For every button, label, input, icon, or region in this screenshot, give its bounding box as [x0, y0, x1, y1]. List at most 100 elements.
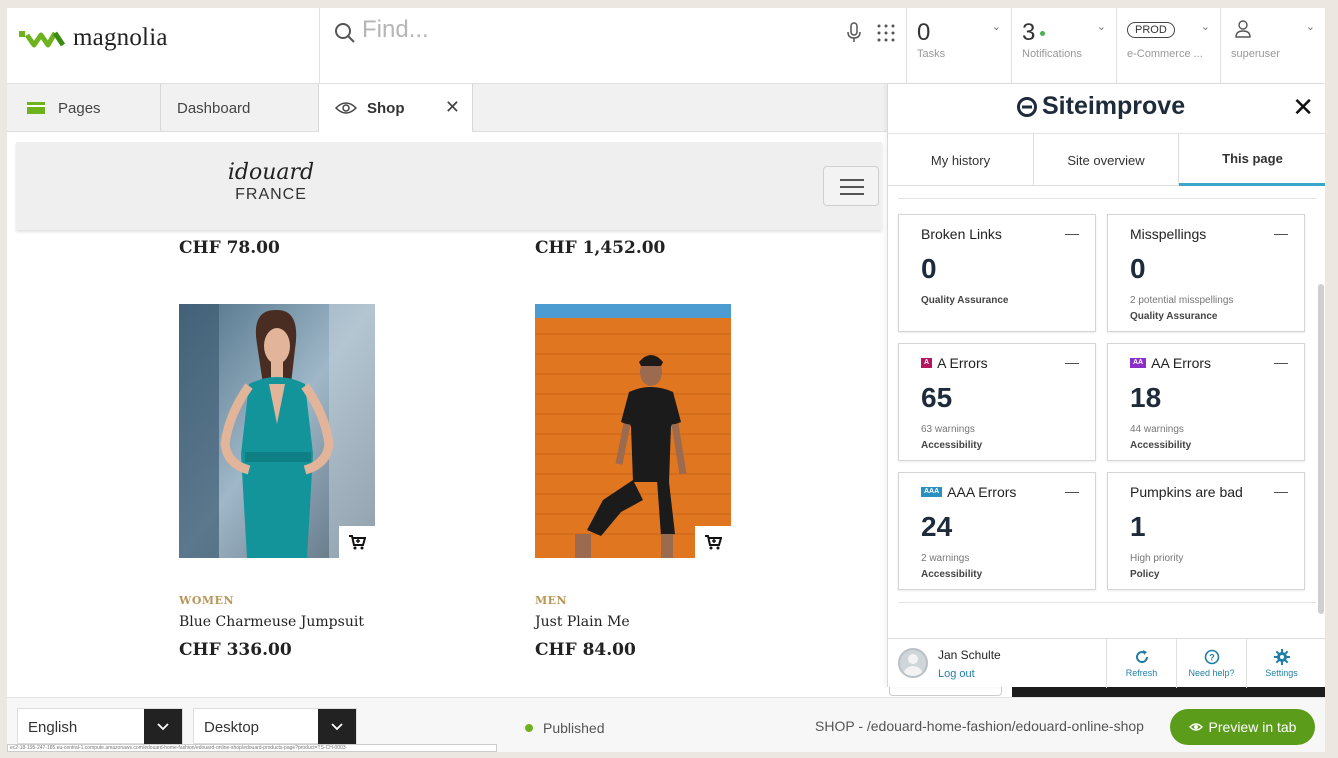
search-icon[interactable] — [334, 22, 356, 44]
chevron-down-icon: ⌄ — [1096, 21, 1106, 33]
card-subtext: 63 warnings — [921, 424, 975, 435]
card-category: Accessibility — [1130, 440, 1192, 451]
logo-text: magnolia — [73, 24, 168, 51]
panel-footer: Jan Schulte Log out Refresh ? Need help? — [888, 638, 1325, 688]
tasks-count: 0 — [917, 19, 931, 46]
refresh-icon — [1135, 650, 1148, 663]
help-label: Need help? — [1188, 668, 1235, 678]
siteimprove-logo: Siteimprove — [1016, 92, 1185, 121]
wcag-aa-badge: AA — [1130, 358, 1147, 368]
divider — [898, 198, 1316, 199]
search-input[interactable] — [362, 16, 762, 44]
card-value: 0 — [1130, 253, 1146, 284]
tab-site-overview[interactable]: Site overview — [1034, 134, 1179, 186]
product-image-jumpsuit[interactable] — [179, 304, 375, 558]
tab-dashboard[interactable]: Dashboard — [161, 84, 319, 132]
tab-label: Shop — [367, 99, 405, 117]
chevron-down-icon — [318, 709, 356, 745]
site-brand-logo[interactable]: idouard FRANCE — [221, 162, 321, 204]
product-image-tshirt[interactable] — [535, 304, 731, 558]
card-value: 1 — [1130, 511, 1146, 542]
language-select[interactable]: English — [17, 708, 183, 745]
card-subtext: 2 warnings — [921, 553, 970, 564]
cart-icon — [705, 535, 722, 550]
tab-this-page[interactable]: This page — [1179, 134, 1325, 186]
tab-shop[interactable]: Shop ✕ — [319, 84, 473, 132]
refresh-button[interactable]: Refresh — [1106, 639, 1176, 688]
wcag-a-badge: A — [921, 358, 933, 368]
env-badge: PROD — [1127, 22, 1175, 38]
card-subtext: High priority — [1130, 553, 1184, 564]
top-bar: magnolia 0 Tasks — [7, 8, 1325, 84]
panel-title: Siteimprove — [1042, 92, 1186, 120]
page-path: SHOP - /edouard-home-fashion/edouard-onl… — [815, 718, 1144, 734]
user-menu[interactable]: superuser ⌄ — [1221, 8, 1325, 84]
card-a-errors[interactable]: AA Errors — 65 63 warnings Accessibility — [898, 343, 1096, 461]
card-misspellings[interactable]: Misspellings — 0 2 potential misspelling… — [1107, 214, 1305, 332]
env-label: e-Commerce ... — [1127, 48, 1203, 60]
user-icon — [1235, 20, 1251, 38]
tab-label: Dashboard — [177, 99, 251, 117]
notifications-count: 3 — [1022, 19, 1046, 47]
panel-tabs: My history Site overview This page — [888, 134, 1325, 186]
brand-script: idouard — [227, 160, 315, 185]
add-to-cart-button[interactable] — [339, 526, 375, 558]
card-category: Quality Assurance — [1130, 311, 1218, 322]
apps-grid-icon[interactable] — [876, 23, 896, 43]
chevron-down-icon: ⌄ — [1305, 21, 1315, 33]
close-tab-icon[interactable]: ✕ — [445, 97, 460, 118]
card-aa-errors[interactable]: AA AA Errors — 18 44 warnings Accessibili… — [1107, 343, 1305, 461]
product-category: WOMEN — [179, 594, 235, 607]
card-subtext: 2 potential misspellings — [1130, 295, 1234, 306]
card-category: Accessibility — [921, 569, 983, 580]
add-to-cart-button[interactable] — [695, 526, 731, 558]
notifications-indicator[interactable]: 3 Notifications ⌄ — [1012, 8, 1117, 84]
card-pumpkins-policy[interactable]: Pumpkins are bad — 1 High priority Polic… — [1107, 472, 1305, 590]
settings-button[interactable]: Settings — [1246, 639, 1316, 688]
product-price: CHF 78.00 — [179, 238, 280, 258]
tasks-indicator[interactable]: 0 Tasks ⌄ — [907, 8, 1012, 84]
tab-pages[interactable]: Pages — [7, 84, 161, 132]
panel-scrollbar[interactable] — [1318, 284, 1324, 614]
minimize-icon[interactable]: — — [1065, 354, 1079, 370]
product-name[interactable]: Just Plain Me — [535, 614, 630, 630]
hamburger-menu-icon[interactable] — [823, 166, 879, 206]
wcag-aaa-badge: AAA — [921, 487, 943, 497]
help-icon: ? — [1204, 649, 1219, 665]
card-title: Pumpkins are bad — [1130, 484, 1243, 500]
minimize-icon[interactable]: — — [1274, 483, 1288, 499]
app-window: magnolia 0 Tasks — [7, 8, 1325, 752]
tab-label: Pages — [58, 99, 101, 117]
jumpsuit-photo — [179, 304, 375, 558]
settings-label: Settings — [1265, 668, 1298, 678]
minimize-icon[interactable]: — — [1065, 483, 1079, 499]
preview-in-tab-button[interactable]: Preview in tab — [1170, 709, 1315, 745]
close-icon[interactable]: ✕ — [1292, 94, 1314, 120]
device-select[interactable]: Desktop — [193, 708, 357, 745]
tab-my-history[interactable]: My history — [888, 134, 1034, 186]
minimize-icon[interactable]: — — [1274, 354, 1288, 370]
chevron-down-icon — [144, 709, 182, 745]
microphone-icon[interactable] — [846, 22, 862, 44]
siteimprove-logo-icon — [1017, 96, 1037, 117]
card-broken-links[interactable]: Broken Links — 0 Quality Assurance — [898, 214, 1096, 332]
language-value: English — [28, 719, 78, 736]
app-tabs: Pages Dashboard Shop ✕ — [7, 84, 887, 132]
card-subtext: 44 warnings — [1130, 424, 1184, 435]
user-label: superuser — [1231, 48, 1280, 60]
environment-indicator[interactable]: PROD e-Commerce ... ⌄ — [1117, 8, 1221, 84]
logout-link[interactable]: Log out — [938, 668, 975, 680]
magnolia-logo-icon — [19, 31, 66, 48]
minimize-icon[interactable]: — — [1065, 225, 1079, 241]
notification-dot-icon — [1040, 31, 1046, 37]
card-value: 65 — [921, 382, 953, 413]
minimize-icon[interactable]: — — [1274, 225, 1288, 241]
card-aaa-errors[interactable]: AAA AAA Errors — 24 2 warnings Accessibil… — [898, 472, 1096, 590]
brand-sub: FRANCE — [235, 186, 307, 203]
card-value: 18 — [1130, 382, 1162, 413]
card-title: AA AA Errors — [1130, 355, 1211, 371]
help-button[interactable]: ? Need help? — [1176, 639, 1246, 688]
magnolia-logo[interactable]: magnolia — [19, 24, 168, 52]
product-name[interactable]: Blue Charmeuse Jumpsuit — [179, 614, 364, 630]
user-name: Jan Schulte — [938, 648, 1001, 662]
